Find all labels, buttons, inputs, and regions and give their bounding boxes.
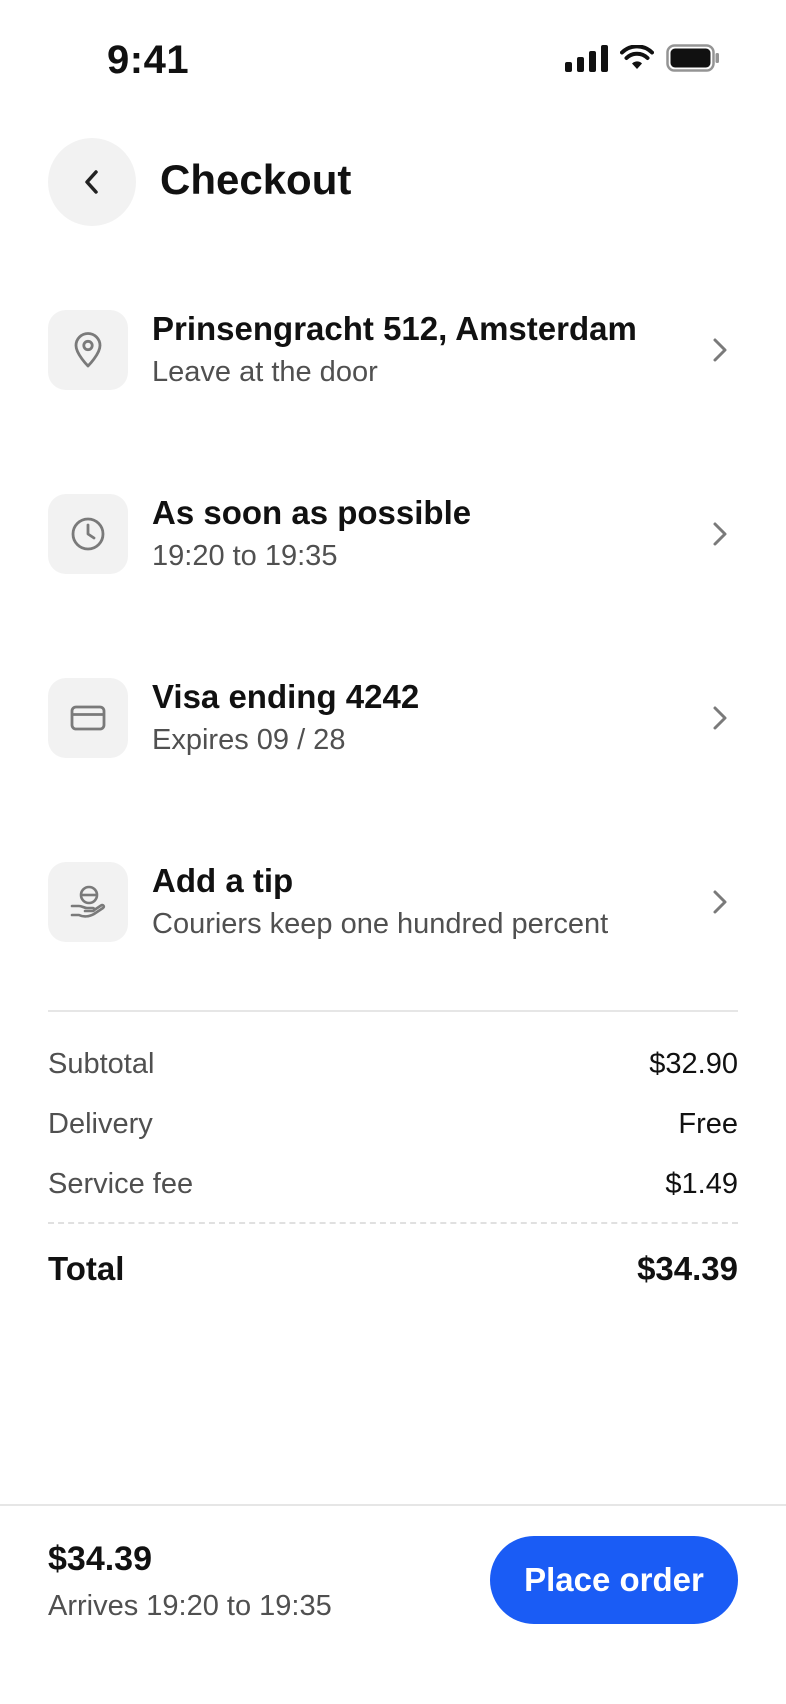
total-label: Total (48, 1250, 125, 1287)
credit-card-icon (70, 705, 106, 731)
chevron-right-icon (702, 516, 738, 552)
tip-subtitle: Couriers keep one hundred percent (152, 908, 609, 940)
chevron-left-icon (85, 170, 98, 194)
tip-title: Add a tip (152, 862, 294, 899)
battery-icon (666, 44, 719, 72)
back-button[interactable] (48, 138, 136, 226)
tip-icon-tile (48, 862, 128, 942)
address-title: Prinsengracht 512, Amsterdam (152, 310, 637, 347)
page-title: Checkout (160, 156, 352, 203)
total-divider (48, 1222, 738, 1224)
total-line: Total $34.39 (48, 1250, 738, 1294)
location-pin-icon (74, 332, 102, 368)
tip-hand-icon (70, 885, 106, 918)
delivery-fee-value: Free (678, 1108, 738, 1140)
payment-subtitle: Expires 09 / 28 (152, 724, 346, 756)
checkout-footer: $34.39 Arrives 19:20 to 19:35 Place orde… (0, 1504, 786, 1704)
subtotal-label: Subtotal (48, 1048, 155, 1080)
service-fee-line: Service fee $1.49 (48, 1168, 738, 1208)
subtotal-line: Subtotal $32.90 (48, 1048, 738, 1088)
chevron-right-icon (702, 332, 738, 368)
status-icons (565, 44, 720, 72)
footer-total: $34.39 (48, 1540, 152, 1578)
service-fee-label: Service fee (48, 1168, 194, 1200)
clock-icon (71, 517, 105, 551)
chevron-right-icon (702, 884, 738, 920)
time-title: As soon as possible (152, 494, 472, 531)
address-subtitle: Leave at the door (152, 356, 378, 388)
payment-icon-tile (48, 678, 128, 758)
payment-method-row[interactable]: Visa ending 4242 Expires 09 / 28 (48, 678, 738, 788)
add-tip-row[interactable]: Add a tip Couriers keep one hundred perc… (48, 862, 738, 972)
status-time: 9:41 (107, 38, 190, 82)
place-order-button[interactable]: Place order (490, 1536, 738, 1624)
subtotal-value: $32.90 (649, 1048, 738, 1080)
service-fee-value: $1.49 (665, 1168, 738, 1200)
status-bar: 9:41 (0, 0, 786, 124)
section-divider (48, 1010, 738, 1012)
time-subtitle: 19:20 to 19:35 (152, 540, 338, 572)
delivery-fee-line: Delivery Free (48, 1108, 738, 1148)
payment-title: Visa ending 4242 (152, 678, 420, 715)
delivery-time-row[interactable]: As soon as possible 19:20 to 19:35 (48, 494, 738, 604)
chevron-right-icon (702, 700, 738, 736)
delivery-address-row[interactable]: Prinsengracht 512, Amsterdam Leave at th… (48, 310, 738, 420)
time-icon-tile (48, 494, 128, 574)
checkout-screen: 9:41 Checkout Prinsengracht 512, Amsterd… (0, 0, 786, 1704)
address-icon-tile (48, 310, 128, 390)
footer-eta: Arrives 19:20 to 19:35 (48, 1590, 332, 1622)
delivery-fee-label: Delivery (48, 1108, 153, 1140)
total-value: $34.39 (637, 1250, 738, 1287)
cellular-signal-icon (565, 44, 608, 72)
wifi-icon (620, 45, 654, 69)
